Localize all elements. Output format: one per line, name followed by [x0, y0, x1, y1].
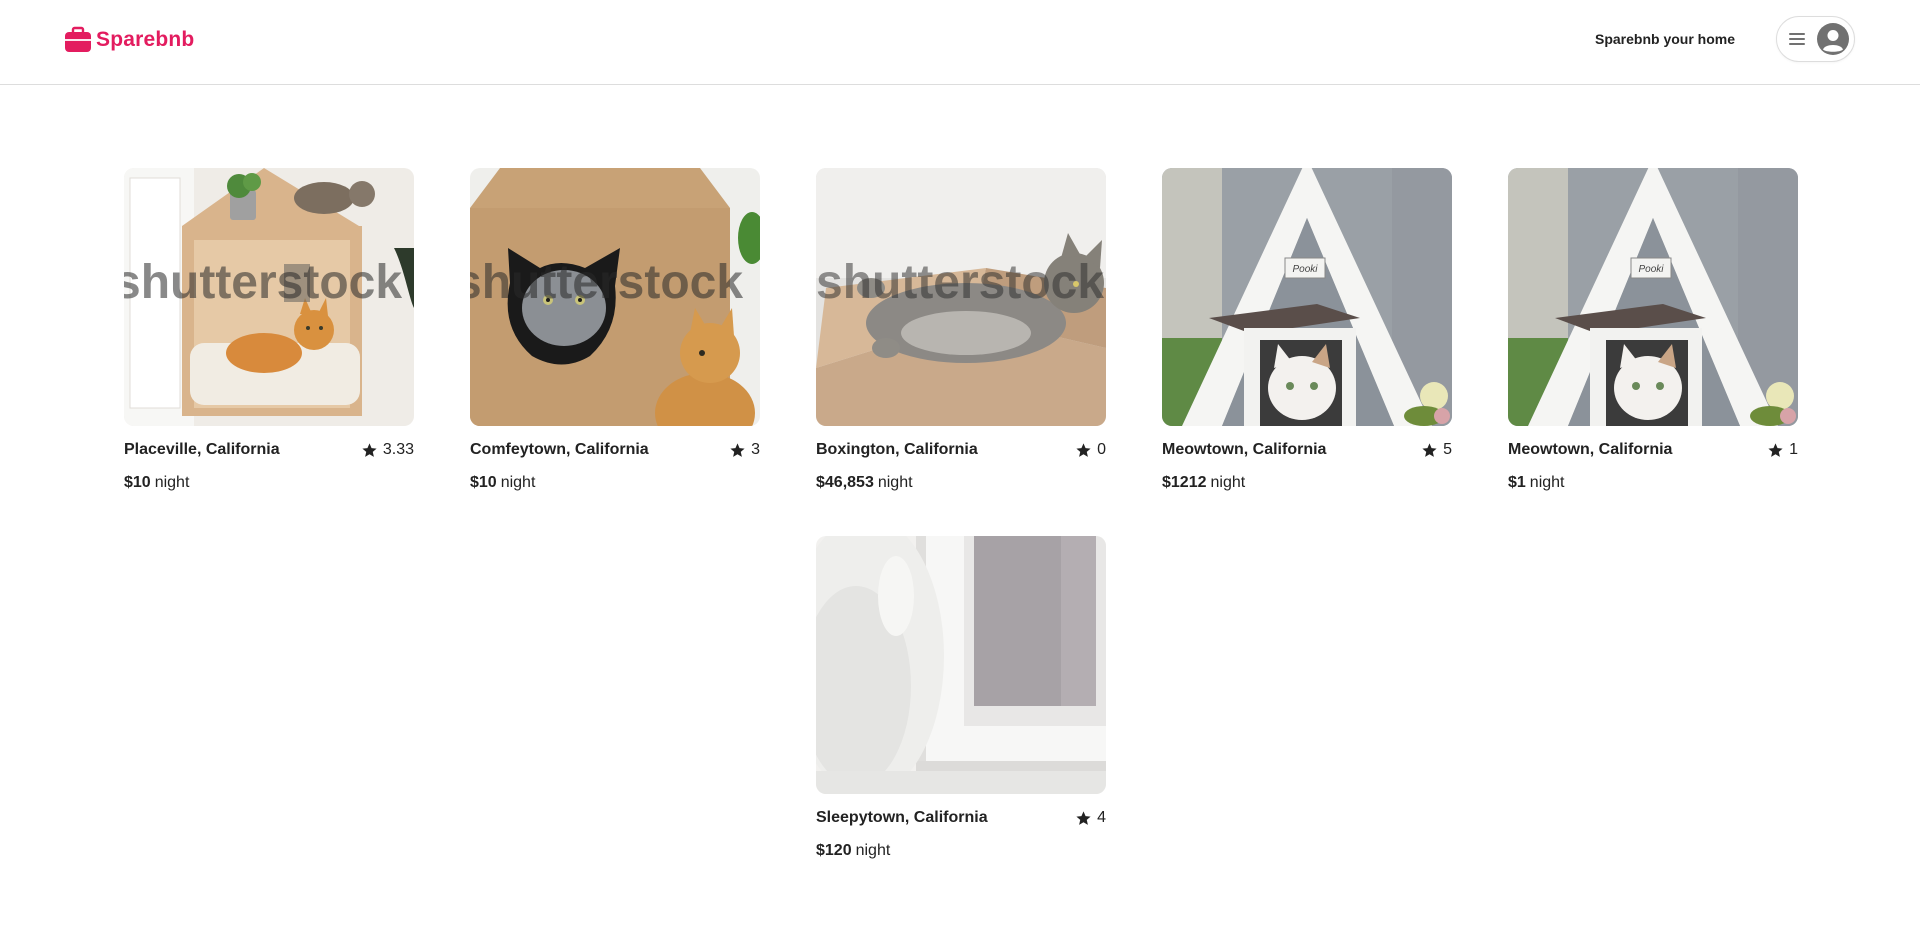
brand-logo[interactable]: Sparebnb	[64, 26, 194, 54]
listing-location: Sleepytown, California	[816, 809, 988, 826]
listing-photo[interactable]: Pooki	[1508, 168, 1798, 426]
price-unit: night	[855, 842, 891, 859]
house-sign-text: Pooki	[1638, 264, 1664, 275]
price-value: $120	[816, 842, 852, 859]
listing-price: $120 night	[816, 842, 1106, 860]
listing-location: Comfeytown, California	[470, 441, 649, 458]
listing-rating: 3	[729, 441, 760, 459]
listing-price: $10 night	[470, 474, 760, 492]
price-value: $1	[1508, 474, 1526, 491]
listing-rating: 4	[1075, 809, 1106, 827]
listing-rating: 5	[1421, 441, 1452, 459]
listing-photo[interactable]: shutterstock	[470, 168, 760, 426]
listing-location: Placeville, California	[124, 441, 280, 458]
price-value: $10	[124, 474, 151, 491]
watermark-text: shutterstock	[124, 256, 402, 309]
listing-card[interactable]: Sleepytown, California 4 $120 night	[816, 536, 1106, 860]
listing-rating: 3.33	[361, 441, 414, 459]
hamburger-menu-icon	[1789, 32, 1805, 46]
listing-price: $46,853 night	[816, 474, 1106, 492]
briefcase-icon	[65, 26, 91, 52]
listing-photo[interactable]: shutterstock	[124, 168, 414, 426]
watermark-text: shutterstock	[470, 256, 743, 309]
listing-card[interactable]: Pooki Meowtown, California 5 $1212 night	[1162, 168, 1452, 492]
price-value: $10	[470, 474, 497, 491]
listing-location: Meowtown, California	[1508, 441, 1673, 458]
price-unit: night	[1210, 474, 1246, 491]
profile-menu-button[interactable]	[1776, 16, 1855, 62]
listing-photo[interactable]: shutterstock	[816, 168, 1106, 426]
star-icon	[362, 442, 377, 457]
brand-name: Sparebnb	[96, 28, 195, 51]
listing-card[interactable]: shutterstock Comfeytown, California 3 $1…	[470, 168, 760, 492]
listing-price: $10 night	[124, 474, 414, 492]
star-icon	[1076, 810, 1091, 825]
host-your-home-link[interactable]: Sparebnb your home	[1595, 31, 1735, 47]
house-sign-text: Pooki	[1292, 264, 1318, 275]
rating-value: 3.33	[382, 441, 414, 458]
user-avatar-icon	[1817, 23, 1849, 55]
price-unit: night	[154, 474, 190, 491]
listing-location: Meowtown, California	[1162, 441, 1327, 458]
listing-card[interactable]: shutterstock Placeville, California 3.33…	[124, 168, 414, 492]
top-navbar: Sparebnb Sparebnb your home	[0, 0, 1920, 85]
listing-price: $1212 night	[1162, 474, 1452, 492]
star-icon	[1768, 442, 1783, 457]
listing-rating: 1	[1767, 441, 1798, 459]
listing-photo[interactable]	[816, 536, 1106, 794]
price-value: $1212	[1162, 474, 1207, 491]
price-value: $46,853	[816, 474, 874, 491]
price-unit: night	[877, 474, 913, 491]
star-icon	[730, 442, 745, 457]
listing-price: $1 night	[1508, 474, 1798, 492]
watermark-text: shutterstock	[816, 256, 1104, 309]
rating-value: 1	[1789, 441, 1798, 458]
rating-value: 3	[751, 441, 760, 458]
listing-rating: 0	[1075, 441, 1106, 459]
star-icon	[1076, 442, 1091, 457]
listing-card[interactable]: Pooki Meowtown, California 1 $1 night	[1508, 168, 1798, 492]
listing-location: Boxington, California	[816, 441, 978, 458]
rating-value: 5	[1443, 441, 1452, 458]
rating-value: 4	[1097, 809, 1106, 826]
star-icon	[1422, 442, 1437, 457]
listings-grid: shutterstock Placeville, California 3.33…	[124, 168, 1798, 860]
listing-photo[interactable]: Pooki	[1162, 168, 1452, 426]
listing-card[interactable]: shutterstock Boxington, California 0 $46…	[816, 168, 1106, 492]
rating-value: 0	[1097, 441, 1106, 458]
price-unit: night	[500, 474, 536, 491]
price-unit: night	[1529, 474, 1565, 491]
